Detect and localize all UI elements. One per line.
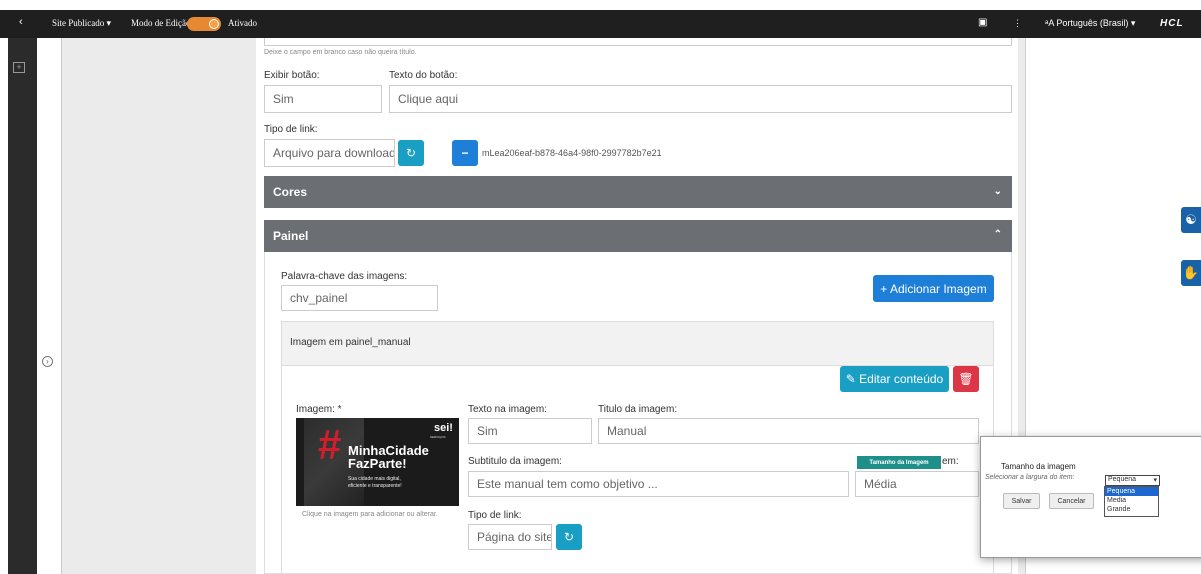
size-select[interactable]: Média	[855, 471, 979, 497]
button-text-label: Texto do botão:	[389, 70, 458, 81]
file-id: mLea206eaf-b878-46a4-98f0-2997782b7e21	[482, 148, 662, 158]
button-text-input[interactable]: Clique aqui	[389, 85, 1012, 113]
subtitle-label: Subtitulo da imagem:	[468, 456, 562, 467]
popup-save-button[interactable]: Salvar	[1003, 493, 1040, 509]
edit-mode-value: Ativado	[228, 18, 257, 28]
size-label-suffix: em:	[942, 456, 959, 467]
panel-icon[interactable]: ▣	[978, 17, 987, 28]
image-title-label: Titulo da imagem:	[598, 404, 678, 415]
link-type-select[interactable]: Arquivo para download	[264, 139, 395, 167]
refresh-icon[interactable]: ↻	[398, 140, 424, 166]
title-input-bottom[interactable]	[264, 38, 1012, 46]
chevron-down-icon: ▾	[1153, 477, 1157, 484]
minus-icon[interactable]: −	[452, 140, 478, 166]
translate-icon: ᵃA	[1045, 18, 1054, 28]
circle-arrow-icon[interactable]: ›	[42, 356, 53, 367]
refresh-icon[interactable]: ↻	[556, 524, 582, 550]
add-image-button[interactable]: + Adicionar Imagem	[873, 275, 994, 302]
link-type-label: Tipo de link:	[264, 124, 318, 135]
more-vertical-icon[interactable]: ⋮	[1013, 18, 1022, 29]
item-link-type-select[interactable]: Página do site	[468, 524, 552, 550]
keyword-input[interactable]: chv_painel	[281, 285, 438, 311]
image-text-select[interactable]: Sim	[468, 418, 592, 444]
edit-content-button[interactable]: ✎ Editar conteúdo	[840, 366, 949, 392]
chevron-down-icon: ⌄	[993, 186, 1002, 197]
edit-mode-toggle[interactable]	[187, 17, 221, 31]
image-text-label: Texto na imagem:	[468, 404, 547, 415]
show-button-label: Exibir botão:	[264, 70, 320, 81]
popup-cancel-button[interactable]: Cancelar	[1049, 493, 1094, 509]
image-item-header: Imagem em painel_manual	[282, 322, 993, 366]
chevron-up-icon: ⌃	[993, 229, 1002, 240]
language-selector[interactable]: ᵃA Português (Brasil) ▾	[1045, 18, 1135, 29]
title-hint: Deixe o campo em branco caso não queira …	[264, 49, 417, 56]
image-thumbnail[interactable]: # sei! SERVIÇOS MinhaCidade FazParte! Su…	[296, 418, 459, 506]
thumbnail-line2: FazParte!	[348, 456, 407, 471]
size-tooltip: Tamanho da Imagem	[857, 456, 941, 469]
image-label: Imagem: *	[296, 404, 342, 415]
popup-title: Tamanho da imagem	[1001, 462, 1076, 471]
chevron-left-icon[interactable]: ‹	[19, 16, 23, 28]
trash-icon[interactable]: 🗑	[953, 366, 979, 392]
left-gutter: ›	[37, 38, 62, 574]
keyword-label: Palavra-chave das imagens:	[281, 271, 408, 282]
accessibility-icon[interactable]: ☯	[1181, 207, 1201, 233]
pencil-icon: ✎	[845, 372, 856, 386]
thumbnail-logo: sei!	[434, 422, 453, 434]
image-title-input[interactable]: Manual	[598, 418, 979, 444]
show-button-select[interactable]: Sim	[264, 85, 382, 113]
popup-select-label: Selecionar a largura do item:	[985, 474, 1075, 481]
size-width-select[interactable]: Pequena ▾	[1105, 475, 1160, 486]
image-size-popup: Tamanho da imagem Selecionar a largura d…	[980, 436, 1201, 558]
colors-section-title: Cores	[273, 185, 308, 199]
edit-content-label: Editar conteúdo	[859, 372, 944, 386]
site-status-dropdown[interactable]: Site Publicado ▾	[52, 18, 111, 29]
thumbnail-logo-sub: SERVIÇOS	[430, 435, 446, 439]
image-caption: Clique na imagem para adicionar ou alter…	[302, 511, 438, 518]
thumbnail-hashtag: #	[318, 421, 342, 468]
colors-section-header[interactable]: Cores ⌄	[264, 176, 1012, 208]
panel-section-header[interactable]: Painel ⌃	[264, 220, 1012, 252]
item-link-type-label: Tipo de link:	[468, 510, 522, 521]
thumbnail-desc1: Sua cidade mais digital,	[348, 476, 401, 482]
size-width-selected: Pequena	[1108, 476, 1137, 483]
sign-language-icon[interactable]: ✋	[1181, 260, 1201, 286]
top-bar: ‹ Site Publicado ▾ Modo de Edição: Ativa…	[0, 10, 1201, 38]
panel-section-title: Painel	[273, 229, 309, 243]
thumbnail-desc2: eficiente e transparente!	[348, 483, 402, 489]
left-rail: +	[8, 38, 37, 574]
size-option-small[interactable]: Pequena	[1105, 487, 1158, 496]
plus-square-icon[interactable]: +	[13, 62, 25, 73]
size-option-medium[interactable]: Media	[1105, 496, 1158, 505]
subtitle-input[interactable]: Este manual tem como objetivo ...	[468, 471, 849, 497]
brand-logo: HCL	[1160, 18, 1184, 29]
size-width-options: Pequena Media Grande	[1104, 486, 1159, 517]
edit-mode-label: Modo de Edição:	[131, 18, 193, 28]
size-option-large[interactable]: Grande	[1105, 505, 1158, 514]
